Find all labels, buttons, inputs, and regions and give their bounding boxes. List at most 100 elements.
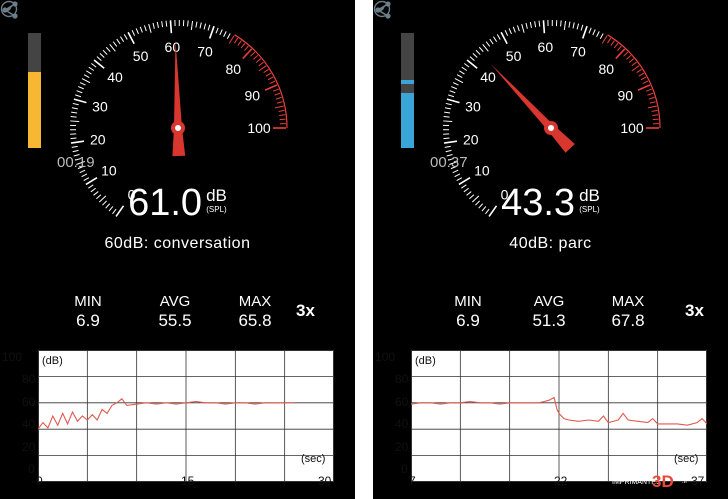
gauge-tick [581, 25, 588, 39]
history-chart [38, 350, 334, 482]
speed-multiplier-button[interactable]: 3x [296, 301, 315, 321]
gauge-tick [631, 61, 637, 67]
gauge-tick [444, 107, 451, 110]
gauge-tick [560, 20, 562, 27]
gauge-tick [592, 29, 596, 36]
gauge-tick [623, 51, 629, 57]
gauge-tick [71, 107, 78, 110]
sound-meter-panel-left: 0 10 20 30 40 50 60 70 80 90 100 00:19 61.0 dB (SPL)… [0, 0, 355, 499]
gauge-tick [165, 20, 168, 27]
gauge-tick [454, 78, 464, 84]
y-tick-label: 80 [395, 372, 409, 386]
gauge-label: 100 [247, 120, 271, 136]
gauge-tick [96, 56, 102, 61]
y-axis-label: (dB) [42, 355, 63, 367]
gauge-tick [276, 101, 283, 104]
gauge-tick [443, 116, 450, 118]
gauge-tick [123, 34, 128, 40]
gauge-tick [219, 29, 223, 36]
sound-level-reading: 43.3 dB (SPL) [373, 182, 728, 225]
gauge-tick [444, 145, 451, 148]
gauge-needle [490, 63, 575, 153]
gauge-tick [156, 21, 159, 28]
compass-icon[interactable] [0, 0, 18, 18]
gauge-tick [534, 21, 537, 28]
history-chart-svg [38, 350, 334, 482]
gauge-label: 40 [107, 69, 123, 85]
gauge-tick [588, 27, 592, 34]
reading-unit-sub: (SPL) [206, 205, 227, 214]
gauge-tick [279, 114, 286, 116]
gauge-tick [81, 78, 91, 84]
stat-max-label: MAX [611, 293, 645, 310]
sound-level-reading: 61.0 dB (SPL) [0, 182, 355, 225]
gauge-tick [263, 68, 269, 74]
gauge-tick [637, 84, 651, 91]
x-tick-label: 22 [554, 474, 568, 488]
gauge-tick [454, 173, 461, 178]
gauge-tick [631, 65, 640, 72]
stat-min-value: 6.9 [456, 311, 480, 330]
stat-avg-value: 51.3 [532, 311, 566, 330]
gauge-tick [102, 49, 108, 55]
gauge-label: 20 [463, 131, 479, 147]
gauge-tick [596, 31, 600, 37]
gauge-tick [81, 173, 88, 178]
compass-icon[interactable] [373, 0, 391, 18]
gauge-tick [610, 40, 615, 46]
history-chart [411, 350, 707, 482]
gauge-tick [223, 31, 227, 37]
level-bar [401, 33, 414, 148]
watermark-logo: LES IMPRIMANTES 3D .fr [612, 470, 687, 492]
gauge-label: 70 [197, 44, 213, 60]
gauge-tick [538, 20, 541, 27]
reading-unit: dB [206, 186, 227, 205]
x-axis-label: (sec) [301, 453, 326, 465]
stat-min: MIN 6.9 [428, 293, 508, 331]
stat-max-value: 67.8 [611, 311, 645, 330]
level-description: 40dB: parc [509, 235, 592, 252]
gauge-tick [649, 101, 656, 104]
gauge-tick [542, 20, 546, 34]
gauge-tick [512, 26, 516, 33]
gauge-tick [529, 21, 532, 28]
y-tick-label: 60 [22, 395, 36, 409]
stat-max: MAX 65.8 [215, 293, 295, 331]
speed-multiplier-button[interactable]: 3x [685, 301, 704, 321]
gauge-tick [475, 49, 481, 55]
gauge-tick [83, 74, 90, 79]
gauge-tick [446, 98, 460, 104]
gauge-tick [642, 80, 649, 84]
y-tick-label: 20 [22, 440, 36, 454]
gauge-tick [83, 177, 90, 182]
gauge-label: 90 [617, 88, 633, 104]
gauge-tick [264, 84, 278, 91]
gauge-tick [139, 26, 143, 33]
timer: 00:19 [57, 154, 95, 171]
gauge-tick [258, 65, 267, 72]
gauge-tick [626, 54, 632, 60]
gauge-tick [120, 36, 125, 42]
stat-avg: AVG 55.5 [135, 293, 215, 331]
gauge-tick [645, 88, 652, 92]
gauge-tick [572, 22, 575, 29]
gauge-label: 60 [165, 39, 181, 55]
gauge-label: 70 [570, 44, 586, 60]
gauge-tick [456, 74, 463, 79]
gauge-tick [267, 76, 274, 81]
gauge-tick [472, 53, 478, 58]
gauge-tick [496, 34, 501, 40]
gauge-tick [489, 38, 494, 45]
x-tick-label: 30 [318, 474, 332, 488]
sound-meter-panel-right: 0 10 20 30 40 50 60 70 80 90 100 00:37 43.3 dB (SPL)… [373, 0, 728, 499]
gauge-tick [86, 70, 92, 75]
gauge-tick [445, 149, 452, 153]
gauge-label: 50 [506, 48, 522, 64]
gauge-tick [135, 28, 139, 35]
gauge-tick [525, 22, 528, 29]
stat-min-label: MIN [74, 293, 102, 310]
gauge-tick [504, 30, 509, 36]
gauge-tick [269, 80, 276, 84]
stat-min-label: MIN [454, 293, 482, 310]
gauge-tick [72, 102, 79, 106]
